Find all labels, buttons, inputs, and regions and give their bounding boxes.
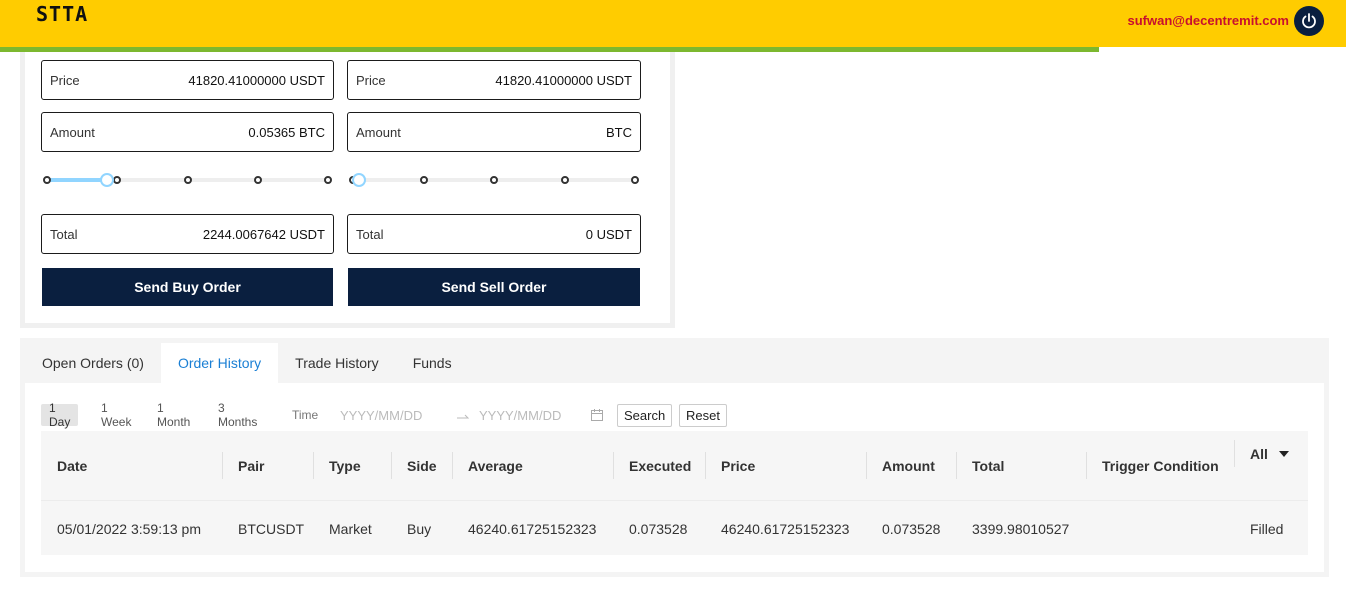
buy-price-value: 41820.41000000 USDT bbox=[188, 72, 325, 88]
tab-funds[interactable]: Funds bbox=[396, 343, 469, 383]
sell-total-value: 0 USDT bbox=[585, 226, 632, 242]
cell-amount: 0.073528 bbox=[882, 520, 941, 537]
history-tabs: Open Orders (0) Order History Trade Hist… bbox=[25, 343, 469, 383]
user-email[interactable]: sufwan@decentremit.com bbox=[1128, 13, 1290, 28]
col-side: Side bbox=[391, 431, 437, 500]
brand-logo[interactable]: STTA bbox=[36, 2, 88, 26]
range-1-week[interactable]: 1 Week bbox=[101, 401, 131, 429]
cell-date: 05/01/2022 3:59:13 pm bbox=[57, 520, 202, 537]
order-history-table: Date Pair Type Side Average Executed Pri… bbox=[41, 431, 1308, 555]
buy-price-field[interactable]: Price 41820.41000000 USDT bbox=[41, 60, 334, 100]
buy-amount-field[interactable]: Amount 0.05365 BTC bbox=[41, 112, 334, 152]
sell-percent-slider[interactable] bbox=[349, 170, 639, 190]
time-label: Time bbox=[292, 408, 319, 422]
range-1-month[interactable]: 1 Month bbox=[157, 401, 190, 429]
buy-amount-value: 0.05365 BTC bbox=[248, 124, 325, 140]
slider-mark-25[interactable] bbox=[113, 176, 122, 184]
send-sell-order-button[interactable]: Send Sell Order bbox=[348, 268, 640, 306]
buy-percent-slider[interactable] bbox=[43, 170, 332, 190]
sell-price-label: Price bbox=[356, 72, 386, 88]
col-pair: Pair bbox=[221, 431, 264, 500]
col-amount: Amount bbox=[866, 431, 935, 500]
buy-amount-label: Amount bbox=[50, 124, 95, 140]
tab-trade-history[interactable]: Trade History bbox=[278, 343, 396, 383]
status-filter-label: All bbox=[1250, 445, 1268, 462]
slider-handle[interactable] bbox=[99, 173, 114, 187]
slider-mark-100[interactable] bbox=[324, 176, 332, 184]
slider-mark-50[interactable] bbox=[183, 176, 192, 184]
range-1-day[interactable]: 1 Day bbox=[41, 401, 79, 429]
slider-mark-100[interactable] bbox=[631, 176, 639, 184]
buy-total-label: Total bbox=[50, 226, 78, 242]
slider-mark-75[interactable] bbox=[560, 176, 569, 184]
top-header: STTA sufwan@decentremit.com bbox=[0, 0, 1346, 47]
col-executed: Executed bbox=[612, 431, 691, 500]
start-date-input[interactable]: YYYY/MM/DD bbox=[340, 404, 422, 426]
send-buy-order-button[interactable]: Send Buy Order bbox=[42, 268, 333, 306]
col-average: Average bbox=[452, 431, 523, 500]
buy-price-label: Price bbox=[50, 72, 80, 88]
calendar-icon[interactable] bbox=[590, 404, 604, 426]
cell-average: 46240.61725152323 bbox=[468, 520, 597, 537]
col-date: Date bbox=[57, 457, 88, 474]
sell-amount-label: Amount bbox=[356, 124, 401, 140]
cell-executed: 0.073528 bbox=[629, 520, 688, 537]
range-3-months[interactable]: 3 Months bbox=[218, 401, 257, 429]
caret-down-icon bbox=[1278, 450, 1289, 457]
cell-side: Buy bbox=[407, 520, 432, 537]
cell-type: Market bbox=[329, 520, 372, 537]
sell-price-value: 41820.41000000 USDT bbox=[495, 72, 632, 88]
logout-button[interactable] bbox=[1294, 6, 1324, 36]
slider-fill bbox=[47, 178, 104, 182]
tab-open-orders[interactable]: Open Orders (0) bbox=[25, 343, 161, 383]
col-price: Price bbox=[704, 431, 755, 500]
sell-amount-field[interactable]: Amount BTC bbox=[347, 112, 641, 152]
slider-mark-25[interactable] bbox=[419, 176, 428, 184]
slider-mark-75[interactable] bbox=[253, 176, 262, 184]
cell-price: 46240.61725152323 bbox=[721, 520, 850, 537]
end-date-input[interactable]: YYYY/MM/DD bbox=[479, 404, 561, 426]
sell-amount-value: BTC bbox=[606, 124, 632, 140]
cell-status: Filled bbox=[1250, 520, 1284, 537]
search-button[interactable]: Search bbox=[617, 404, 673, 427]
slider-mark-50[interactable] bbox=[490, 176, 498, 184]
buy-total-value: 2244.0067642 USDT bbox=[202, 226, 325, 242]
table-row[interactable]: 05/01/2022 3:59:13 pm BTCUSDT Market Buy… bbox=[41, 500, 1308, 555]
date-range-arrow-icon bbox=[456, 404, 470, 426]
col-trigger-condition: Trigger Condition bbox=[1086, 431, 1219, 500]
tab-order-history[interactable]: Order History bbox=[160, 343, 279, 383]
slider-mark-0[interactable] bbox=[43, 176, 51, 184]
cell-total: 3399.98010527 bbox=[972, 520, 1070, 537]
slider-handle[interactable] bbox=[351, 173, 366, 187]
power-icon bbox=[1302, 13, 1316, 29]
buy-total-field[interactable]: Total 2244.0067642 USDT bbox=[41, 214, 334, 254]
sell-price-field[interactable]: Price 41820.41000000 USDT bbox=[347, 60, 641, 100]
reset-button[interactable]: Reset bbox=[679, 404, 727, 427]
status-filter-dropdown[interactable]: All bbox=[1234, 419, 1290, 488]
sell-total-field[interactable]: Total 0 USDT bbox=[347, 214, 641, 254]
sell-total-label: Total bbox=[356, 226, 384, 242]
col-type: Type bbox=[313, 431, 361, 500]
col-total: Total bbox=[955, 431, 1004, 500]
cell-pair: BTCUSDT bbox=[238, 520, 305, 537]
table-header: Date Pair Type Side Average Executed Pri… bbox=[41, 431, 1308, 500]
